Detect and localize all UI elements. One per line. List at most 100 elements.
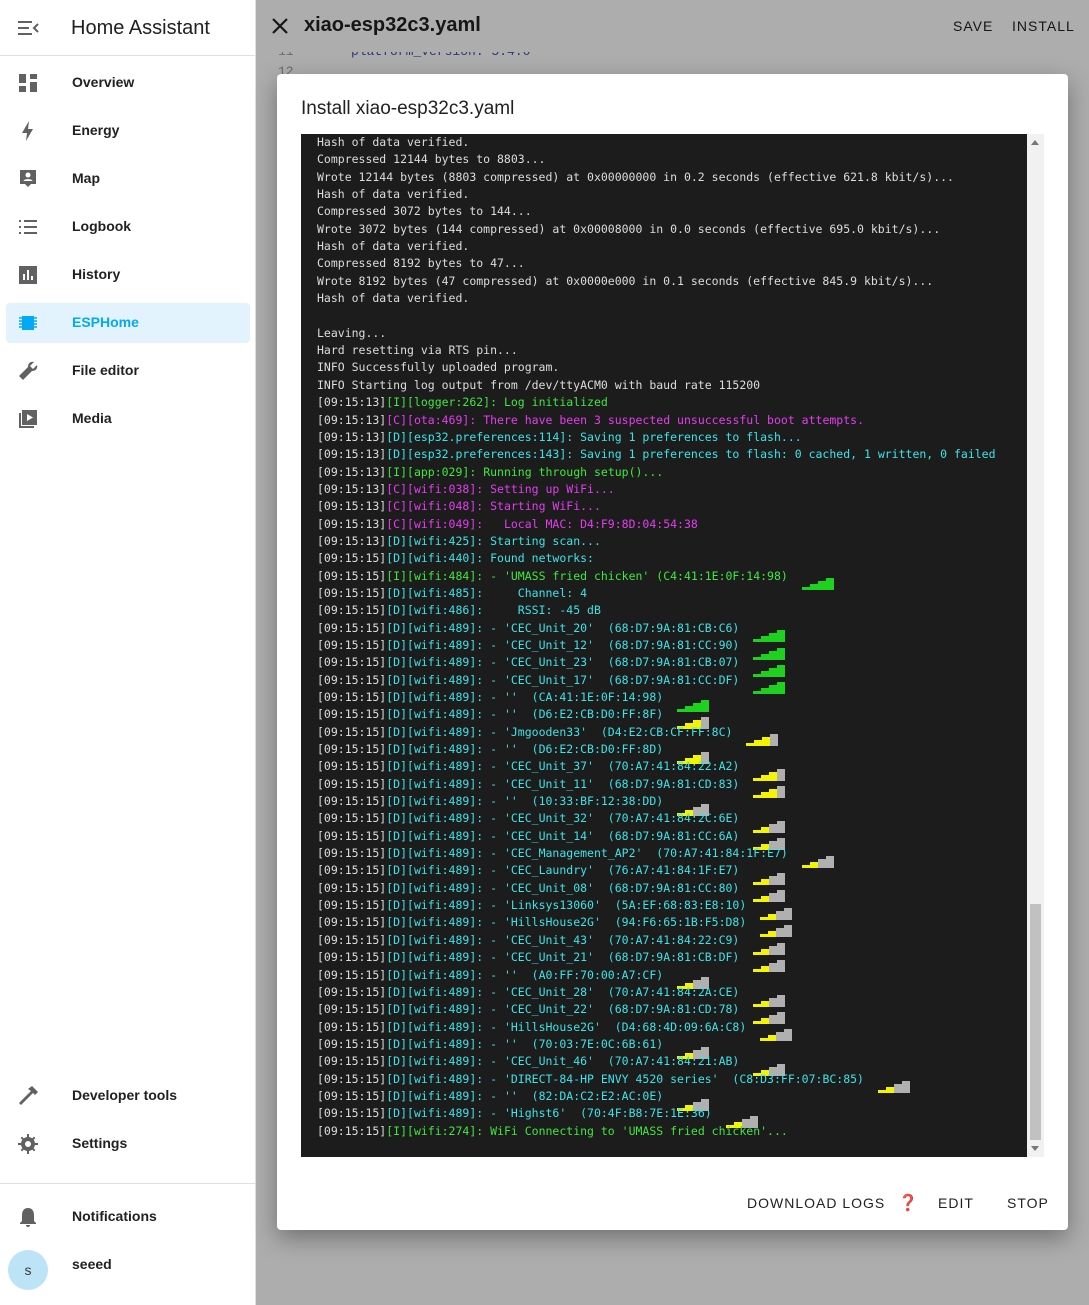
log-tag: [D][wifi:489]: (386, 828, 484, 843)
log-timestamp: [09:15:15] (317, 828, 387, 843)
sidebar-item-label: ESPHome (72, 314, 139, 330)
sidebar-item-overview[interactable]: Overview (6, 63, 250, 103)
log-message: Channel: 4 (483, 585, 588, 600)
sidebar-item-logbook[interactable]: Logbook (6, 207, 250, 247)
log-timestamp: [09:15:15] (317, 1106, 387, 1121)
log-tag: [D][wifi:489]: (386, 1036, 484, 1051)
log-timestamp: [09:15:15] (317, 637, 387, 652)
log-scrollbar[interactable] (1027, 134, 1044, 1157)
sidebar-item-settings[interactable]: Settings (6, 1124, 250, 1164)
wifi-signal-icon (753, 868, 786, 886)
log-line: [09:15:13][D][esp32.preferences:114]: Sa… (317, 429, 1023, 446)
log-line: [09:15:15][D][wifi:489]: - 'CEC_Unit_23'… (317, 654, 1023, 677)
avatar: s (8, 1250, 48, 1290)
log-tag: [D][wifi:489]: (386, 984, 484, 999)
sidebar-item-profile[interactable]: s seeed (6, 1245, 250, 1290)
stop-button[interactable]: STOP (1007, 1195, 1049, 1211)
log-tag: [D][wifi:485]: (386, 585, 484, 600)
wifi-signal-icon (753, 1059, 786, 1076)
log-timestamp: [09:15:13] (317, 429, 387, 444)
log-message: Saving 1 preferences to flash: 0 cached,… (573, 447, 996, 462)
log-line: Wrote 12144 bytes (8803 compressed) at 0… (317, 169, 1023, 186)
wifi-signal-icon (753, 955, 786, 972)
download-logs-button[interactable]: DOWNLOAD LOGS (747, 1195, 885, 1211)
log-timestamp: [09:15:15] (317, 585, 387, 600)
scroll-down-arrow-icon[interactable] (1031, 1146, 1039, 1151)
wifi-signal-icon (677, 712, 710, 730)
sidebar-item-developer-tools[interactable]: Developer tools (6, 1076, 250, 1116)
log-message: - '' (CA:41:1E:0F:14:98) (483, 690, 664, 704)
menu-collapse-icon (18, 21, 39, 35)
menu-toggle-button[interactable] (14, 14, 42, 42)
log-line: Hash of data verified. (317, 290, 1023, 307)
log-message: - 'DIRECT-84-HP ENVY 4520 series' (C8:D3… (483, 1071, 864, 1086)
log-tag: [D][wifi:486]: (386, 603, 484, 618)
log-timestamp: [09:15:15] (317, 950, 387, 965)
log-line: INFO Successfully uploaded program. (317, 359, 1023, 376)
wifi-signal-icon (677, 746, 710, 764)
sidebar-item-history[interactable]: History (6, 255, 250, 295)
log-timestamp: [09:15:15] (317, 759, 387, 774)
install-log[interactable]: Hash of data verified. Compressed 12144 b… (301, 134, 1027, 1157)
log-message: - 'CEC_Unit_46' (70:A7:41:84:21:AB) (483, 1054, 740, 1069)
log-line: [09:15:15][I][wifi:274]: WiFi Connecting… (317, 1123, 1023, 1140)
log-message: Hash of data verified. (317, 291, 470, 306)
log-tag: [D][wifi:489]: (386, 1071, 484, 1086)
wifi-signal-icon (753, 989, 786, 1007)
log-tag: [D][wifi:425]: (386, 533, 484, 548)
log-message: RSSI: -45 dB (483, 603, 601, 618)
log-message: Starting scan... (483, 533, 601, 548)
log-line: [09:15:13][D][esp32.preferences:143]: Sa… (317, 446, 1023, 463)
log-tag: [D][wifi:489]: (386, 776, 484, 791)
sidebar-item-label: History (72, 266, 121, 282)
log-tag: [D][wifi:489]: (386, 620, 484, 635)
log-message: Found networks: (483, 551, 594, 566)
sidebar-item-map[interactable]: Map (6, 159, 250, 199)
log-timestamp: [09:15:13] (317, 516, 387, 531)
scroll-thumb[interactable] (1030, 904, 1041, 1140)
wifi-signal-icon (677, 972, 710, 990)
bell-icon (16, 1205, 40, 1229)
log-tag: [D][wifi:489]: (386, 1054, 484, 1069)
log-tag: [D][wifi:489]: (386, 724, 484, 739)
log-message: - 'CEC_Unit_11' (68:D7:9A:81:CD:83) (483, 776, 740, 791)
sidebar-item-label: Notifications (72, 1208, 157, 1224)
sidebar-item-energy[interactable]: Energy (6, 111, 250, 151)
log-line: Hash of data verified. (317, 238, 1023, 255)
help-icon[interactable]: ❓ (898, 1193, 918, 1213)
log-message: - '' (D6:E2:CB:D0:FF:8F) (483, 707, 664, 722)
edit-button[interactable]: EDIT (938, 1195, 974, 1211)
esphome-icon (16, 311, 40, 335)
sidebar-item-esphome[interactable]: ESPHome (6, 303, 250, 343)
install-dialog: Install xiao-esp32c3.yaml Hash of data v… (277, 74, 1068, 1230)
log-line: [09:15:15][D][wifi:489]: - 'CEC_Unit_17'… (317, 672, 1023, 695)
log-tag: [D][wifi:489]: (386, 1002, 484, 1017)
user-name: seeed (72, 1256, 112, 1272)
log-message: - 'Highst6' (70:4F:B8:7E:1E:36) (483, 1106, 712, 1121)
gear-icon (16, 1132, 40, 1156)
log-timestamp: [09:15:15] (317, 1002, 387, 1017)
log-tag: [D][wifi:489]: (386, 1106, 484, 1121)
sidebar-item-label: Map (72, 170, 100, 186)
log-message: Wrote 12144 bytes (8803 compressed) at 0… (317, 169, 954, 184)
sidebar-item-file-editor[interactable]: File editor (6, 351, 250, 391)
wifi-signal-icon (677, 798, 710, 816)
log-line: Compressed 3072 bytes to 144... (317, 203, 1023, 220)
log-message: - 'CEC_Unit_12' (68:D7:9A:81:CC:90) (483, 637, 740, 652)
wifi-signal-icon (753, 642, 786, 660)
log-tag: [D][wifi:489]: (386, 950, 484, 965)
scroll-up-arrow-icon[interactable] (1031, 140, 1039, 145)
log-timestamp: [09:15:15] (317, 846, 387, 861)
log-line: [09:15:15][D][wifi:489]: - 'CEC_Unit_28'… (317, 984, 1023, 1007)
log-line: [09:15:15][D][wifi:489]: - '' (D6:E2:CB:… (317, 741, 1023, 764)
sidebar-item-notifications[interactable]: Notifications (6, 1197, 250, 1237)
log-tag: [C][wifi:038]: (386, 481, 484, 496)
log-line: [09:15:15][D][wifi:489]: - 'CEC_Unit_11'… (317, 776, 1023, 799)
log-tag: [D][wifi:489]: (386, 655, 484, 670)
log-message: Hard resetting via RTS pin... (317, 343, 518, 358)
wifi-signal-icon (677, 694, 710, 712)
log-message: - 'CEC_Unit_22' (68:D7:9A:81:CD:78) (483, 1002, 740, 1017)
sidebar-item-media[interactable]: Media (6, 399, 250, 439)
log-timestamp: [09:15:13] (317, 533, 387, 548)
log-message: INFO Starting log output from /dev/ttyAC… (317, 377, 761, 392)
